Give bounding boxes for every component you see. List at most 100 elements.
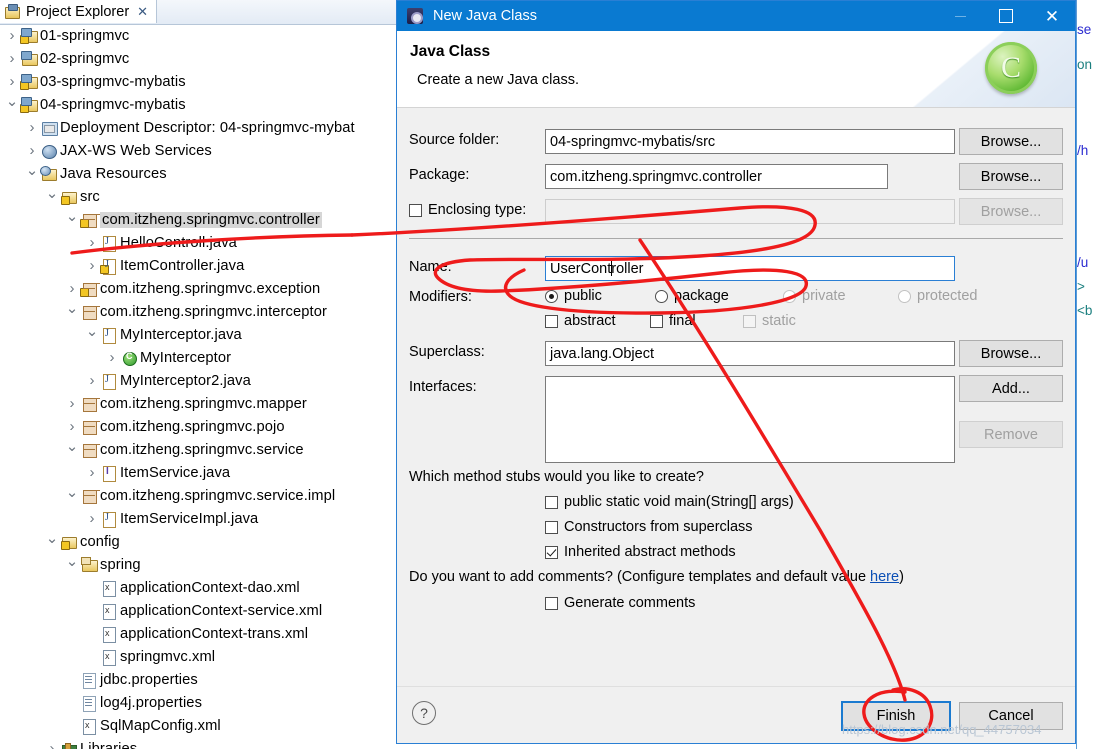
tree-item-label: applicationContext-service.xml <box>120 602 323 619</box>
package-value: com.itzheng.springmvc.controller <box>550 168 762 185</box>
generate-comments-checkbox[interactable]: Generate comments <box>545 595 695 611</box>
chevron-down-icon[interactable] <box>4 96 20 114</box>
chevron-right-icon[interactable] <box>24 142 40 159</box>
tree-item-label: ItemServiceImpl.java <box>120 510 259 527</box>
chevron-down-icon[interactable] <box>64 487 80 505</box>
maximize-icon <box>999 9 1013 23</box>
modifier-abstract-label: abstract <box>564 313 616 329</box>
chevron-right-icon[interactable] <box>24 119 40 136</box>
superclass-input[interactable]: java.lang.Object <box>545 341 955 366</box>
interfaces-list[interactable] <box>545 376 955 463</box>
code-editor-sliver[interactable]: se on/h/u > <b <box>1076 0 1094 749</box>
checkbox-generate-comments-icon <box>545 596 558 610</box>
chevron-right-icon[interactable] <box>44 740 60 749</box>
banner-subtitle: Create a new Java class. <box>417 72 579 88</box>
tree-item-label: springmvc.xml <box>120 648 216 665</box>
dialog-titlebar[interactable]: New Java Class ✕ <box>397 1 1075 31</box>
source-folder-input[interactable]: 04-springmvc-mybatis/src <box>545 129 955 154</box>
modifier-public-radio[interactable]: public <box>545 288 655 304</box>
chevron-right-icon[interactable] <box>84 234 100 251</box>
banner-gradient <box>885 31 1075 107</box>
chevron-down-icon[interactable] <box>84 326 100 344</box>
tree-item-label: 02-springmvc <box>40 50 130 67</box>
source-folder-browse-button[interactable]: Browse... <box>959 128 1063 155</box>
minimize-button[interactable] <box>937 1 983 31</box>
superclass-label-wrap: Superclass: <box>409 344 485 360</box>
dialog-banner: Java Class Create a new Java class. <box>397 31 1075 108</box>
superclass-label: Superclass: <box>409 344 485 360</box>
chevron-down-icon[interactable] <box>64 556 80 574</box>
package-label: Package: <box>409 167 470 183</box>
chevron-down-icon[interactable] <box>44 533 60 551</box>
code-fragment: > <box>1077 279 1085 294</box>
source-folder-value: 04-springmvc-mybatis/src <box>550 133 716 150</box>
interfaces-add-button[interactable]: Add... <box>959 375 1063 402</box>
comments-question-prefix: Do you want to add comments? (Configure … <box>409 569 871 585</box>
tree-item-label: ItemService.java <box>120 464 231 481</box>
warning-badge-icon <box>80 218 89 228</box>
superclass-value: java.lang.Object <box>550 345 654 362</box>
xml-file-icon <box>100 625 120 643</box>
stub-inherited-checkbox[interactable]: Inherited abstract methods <box>545 544 736 560</box>
modifier-public-label: public <box>564 288 602 304</box>
chevron-right-icon[interactable] <box>84 510 100 527</box>
package-icon <box>80 441 100 459</box>
maximize-button[interactable] <box>983 1 1029 31</box>
modifier-package-radio[interactable]: package <box>655 288 783 304</box>
chevron-down-icon[interactable] <box>64 441 80 459</box>
chevron-right-icon[interactable] <box>84 257 100 274</box>
source-folder-icon <box>60 533 80 551</box>
libraries-icon <box>60 740 80 749</box>
tree-item-label: src <box>80 188 100 205</box>
chevron-right-icon[interactable] <box>4 27 20 44</box>
tree-item-label: Libraries <box>80 740 138 749</box>
help-icon[interactable]: ? <box>412 701 436 725</box>
tree-item-label: com.itzheng.springmvc.pojo <box>100 418 285 435</box>
minimize-icon <box>954 15 966 17</box>
modifier-final-checkbox[interactable]: final <box>650 313 743 329</box>
tree-item-label: 01-springmvc <box>40 27 130 44</box>
chevron-down-icon[interactable] <box>64 211 80 229</box>
stub-main-method-checkbox[interactable]: public static void main(String[] args) <box>545 494 794 510</box>
tree-item-label: com.itzheng.springmvc.service <box>100 441 304 458</box>
package-browse-button[interactable]: Browse... <box>959 163 1063 190</box>
chevron-down-icon[interactable] <box>24 165 40 183</box>
chevron-right-icon[interactable] <box>4 73 20 90</box>
project-warning-icon <box>20 73 40 91</box>
checkbox-main-method-icon <box>545 495 558 509</box>
close-button[interactable]: ✕ <box>1029 1 1075 31</box>
chevron-right-icon[interactable] <box>64 395 80 412</box>
modifier-abstract-checkbox[interactable]: abstract <box>545 313 650 329</box>
chevron-down-icon[interactable] <box>44 188 60 206</box>
chevron-right-icon[interactable] <box>104 349 120 366</box>
tab-project-explorer[interactable]: Project Explorer ✕ <box>0 0 158 23</box>
package-input[interactable]: com.itzheng.springmvc.controller <box>545 164 888 189</box>
enclosing-type-label: Enclosing type: <box>428 202 527 218</box>
configure-templates-link[interactable]: here <box>870 569 899 585</box>
chevron-right-icon[interactable] <box>4 50 20 67</box>
chevron-right-icon[interactable] <box>84 464 100 481</box>
modifiers-label-wrap: Modifiers: <box>409 289 472 305</box>
java-file-icon <box>100 510 120 528</box>
chevron-right-icon[interactable] <box>64 280 80 297</box>
modifier-private-radio: private <box>783 288 898 304</box>
stub-constructors-checkbox[interactable]: Constructors from superclass <box>545 519 753 535</box>
interfaces-label: Interfaces: <box>409 379 477 395</box>
chevron-right-icon[interactable] <box>64 418 80 435</box>
checkbox-constructors-icon <box>545 520 558 534</box>
tree-item-label: MyInterceptor2.java <box>120 372 251 389</box>
class-name-input[interactable]: UserController <box>545 256 955 281</box>
tree-item-label: config <box>80 533 120 550</box>
java-wizard-banner-icon <box>985 42 1037 94</box>
chevron-right-icon[interactable] <box>84 372 100 389</box>
close-icon[interactable]: ✕ <box>137 4 148 20</box>
class-name-value: UserController <box>550 260 644 277</box>
radio-public-icon <box>545 289 558 303</box>
tree-item-label: MyInterceptor <box>140 349 232 366</box>
tree-item-label: Deployment Descriptor: 04-springmvc-myba… <box>60 119 355 136</box>
enclosing-type-checkbox[interactable] <box>409 203 422 217</box>
chevron-down-icon[interactable] <box>64 303 80 321</box>
superclass-browse-button[interactable]: Browse... <box>959 340 1063 367</box>
checkbox-abstract-icon <box>545 314 558 328</box>
package-icon <box>80 487 100 505</box>
